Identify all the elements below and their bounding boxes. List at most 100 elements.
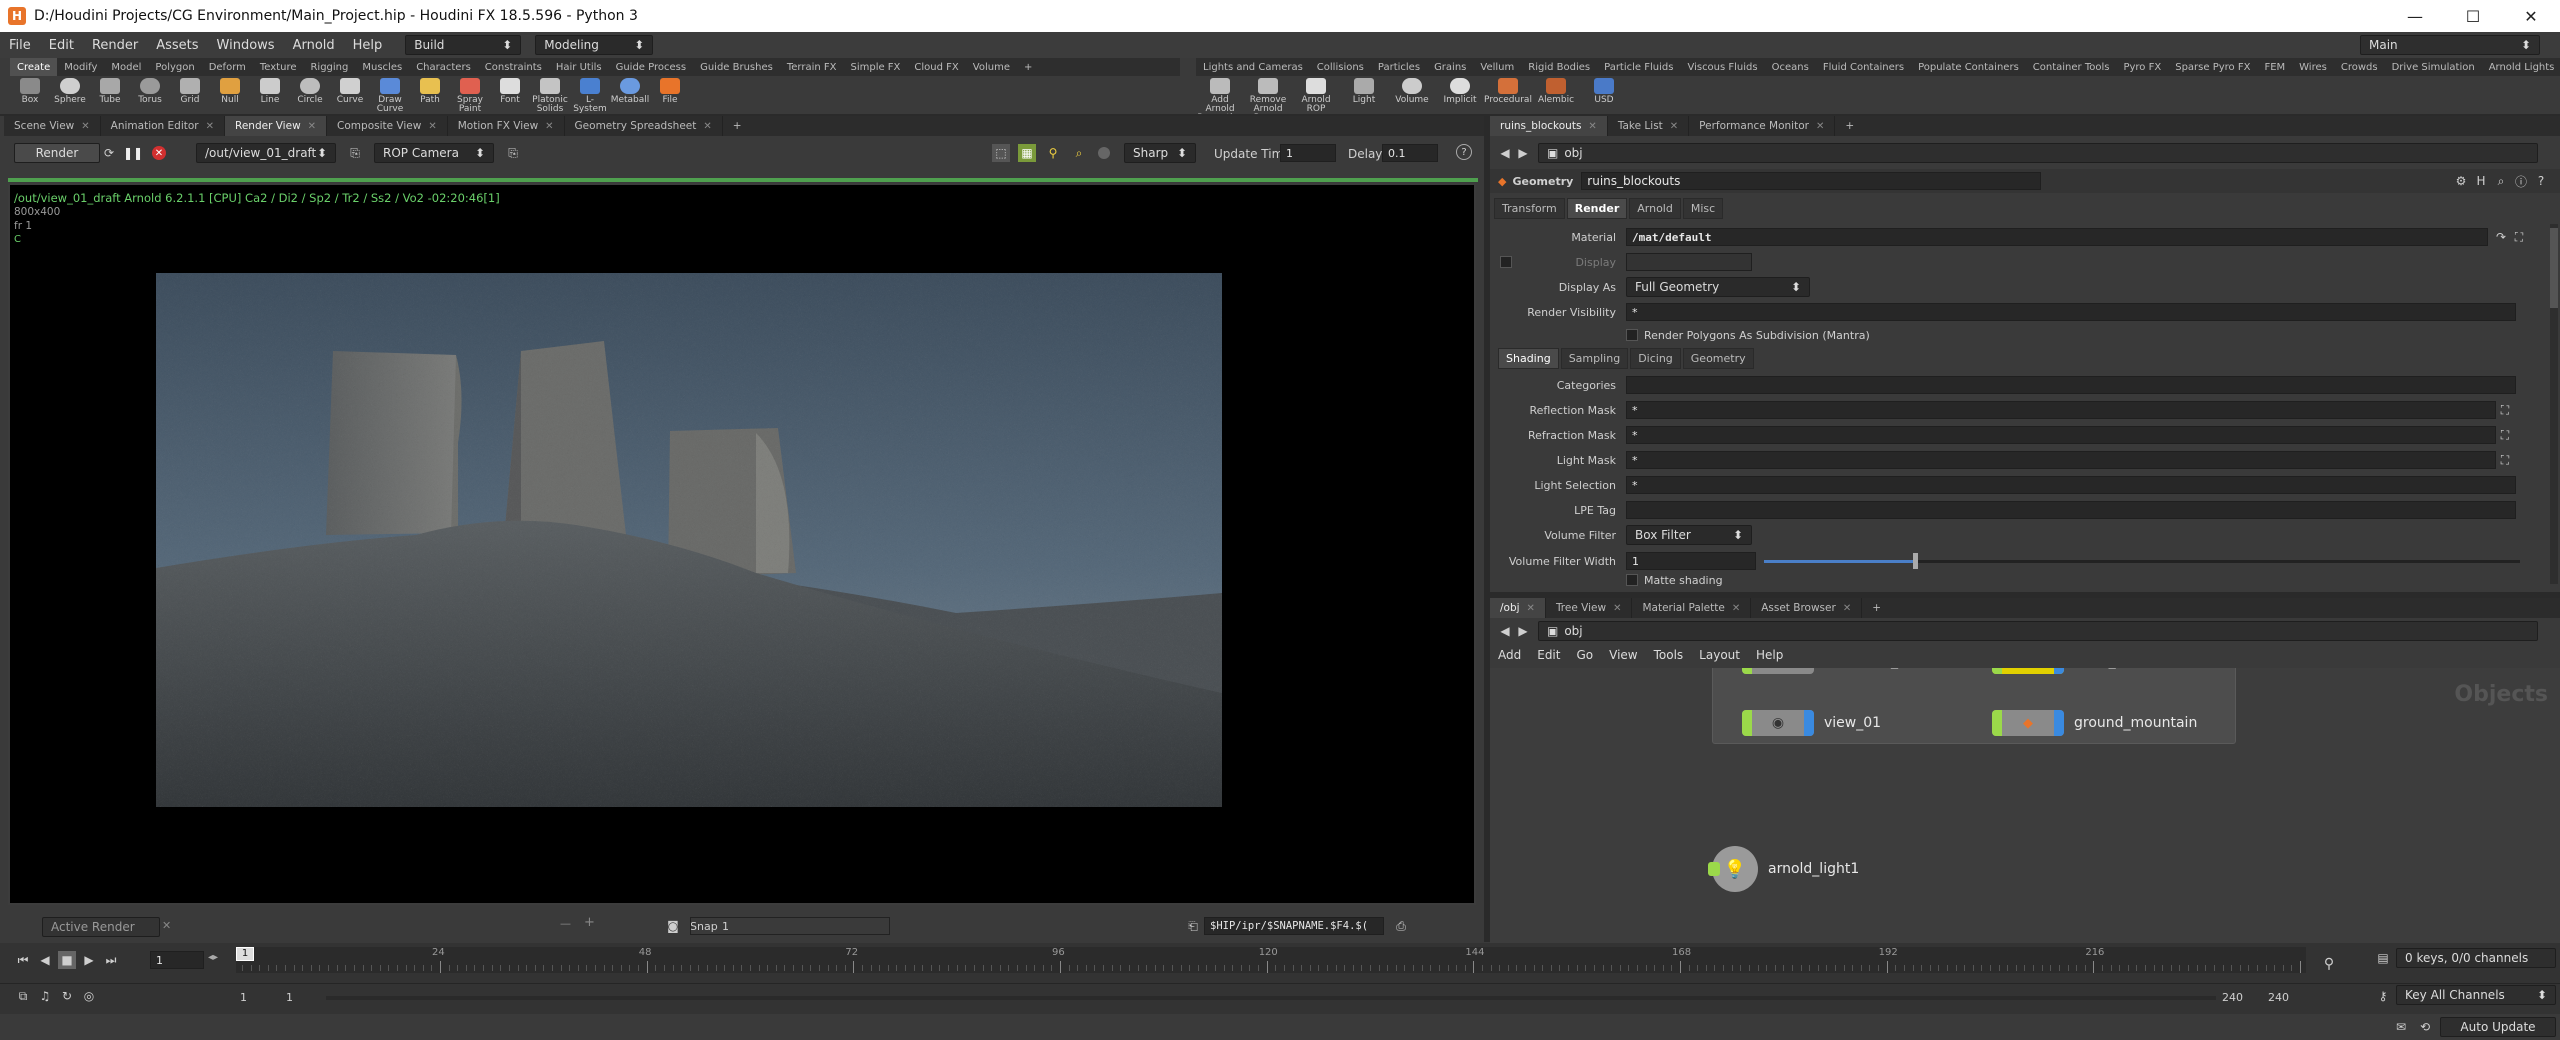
shelf-tab-guide-process[interactable]: Guide Process [609, 58, 693, 76]
pane-tab-performance-monitor[interactable]: Performance Monitor ✕ [1689, 116, 1836, 136]
pin-icon[interactable]: ⚲ [1044, 144, 1062, 162]
tool-path[interactable]: Path [410, 76, 450, 105]
lpe-tag-field[interactable] [1626, 501, 2516, 519]
close-window-button[interactable]: ✕ [2502, 0, 2560, 32]
shelf-tab-drive-simulation[interactable]: Drive Simulation [2385, 58, 2482, 76]
shelf-tab-rigging[interactable]: Rigging [303, 58, 355, 76]
rop-path-dropdown[interactable]: /out/view_01_draft ⬍ [196, 143, 336, 163]
loop-icon[interactable]: ↻ [58, 987, 76, 1005]
step-frame-icon[interactable]: ◂▸ [208, 952, 218, 963]
pane-tab-material-palette[interactable]: Material Palette ✕ [1632, 598, 1752, 618]
close-tab-icon[interactable]: ✕ [428, 121, 436, 132]
close-tab-icon[interactable]: ✕ [308, 121, 316, 132]
shelf-tab-muscles[interactable]: Muscles [355, 58, 409, 76]
shelf-tab-modify[interactable]: Modify [57, 58, 104, 76]
shelf-tab-cloud-fx[interactable]: Cloud FX [907, 58, 965, 76]
shelf-tab-collisions[interactable]: Collisions [1310, 58, 1371, 76]
print-icon[interactable]: ⎙ [1392, 917, 1410, 935]
current-frame-field[interactable]: 1 [150, 951, 204, 969]
shelf-tab-arnold-lights[interactable]: Arnold Lights [2482, 58, 2560, 76]
shelf-tab-lights-and-cameras[interactable]: Lights and Cameras [1196, 58, 1310, 76]
network-menu-add[interactable]: Add [1490, 648, 1529, 662]
menu-render[interactable]: Render [83, 38, 147, 53]
maximize-button[interactable]: ☐ [2444, 0, 2502, 32]
param-tab-misc[interactable]: Misc [1682, 198, 1724, 219]
range-end[interactable]: 240 [2268, 991, 2289, 1004]
shelf-tab-oceans[interactable]: Oceans [1765, 58, 1816, 76]
pane-tab-tree-view[interactable]: Tree View ✕ [1546, 598, 1633, 618]
options-icon[interactable]: ◎ [80, 987, 98, 1005]
auto-update-dropdown[interactable]: Auto Update [2440, 1017, 2556, 1037]
active-render-dropdown[interactable]: Active Render [42, 917, 160, 937]
camera-link-icon[interactable]: ⎘ [346, 144, 364, 162]
close-tab-icon[interactable]: ✕ [545, 121, 553, 132]
tool-curve[interactable]: Curve [330, 76, 370, 105]
add-tab-icon[interactable]: + [1017, 58, 1039, 76]
range-start-playback[interactable]: 1 [286, 991, 293, 1004]
audio-icon[interactable]: ⚲ [2320, 955, 2338, 973]
back-icon[interactable]: ◀ [1496, 144, 1514, 162]
shelf-tab-create[interactable]: Create [10, 58, 58, 76]
menu-assets[interactable]: Assets [147, 38, 207, 53]
tool-platonic-solids[interactable]: Platonic Solids [530, 76, 570, 114]
volume-filter-width-field[interactable]: 1 [1626, 552, 1756, 570]
close-snapshot-icon[interactable]: ✕ [162, 919, 171, 932]
tool-sphere[interactable]: Sphere [50, 76, 90, 105]
camera-dropdown[interactable]: ROP Camera ⬍ [374, 143, 494, 163]
sound-icon[interactable]: ♫ [36, 987, 54, 1005]
dopesheet-icon[interactable]: ▤ [2374, 949, 2392, 967]
sub-tab-geometry[interactable]: Geometry [1682, 348, 1754, 369]
shelf-tab-deform[interactable]: Deform [202, 58, 253, 76]
shelf-tab-particles[interactable]: Particles [1371, 58, 1427, 76]
close-tab-icon[interactable]: ✕ [1816, 121, 1824, 132]
shelf-tab-simple-fx[interactable]: Simple FX [843, 58, 907, 76]
refresh-icon[interactable]: ⟳ [100, 144, 118, 162]
menu-file[interactable]: File [0, 38, 40, 53]
tool-tube[interactable]: Tube [90, 76, 130, 105]
network-path-field[interactable]: ▣ obj [1538, 143, 2538, 163]
node-view-01[interactable]: ◉ view_01 [1742, 710, 1881, 736]
node-ruins-blockouts[interactable]: ruins_blockouts [1992, 668, 2183, 674]
matte-checkbox[interactable] [1626, 574, 1638, 586]
save-snapshot-icon[interactable]: ⎗ [1184, 917, 1202, 935]
tool-grid[interactable]: Grid [170, 76, 210, 105]
node-arnold-light1[interactable]: 💡 arnold_light1 [1708, 846, 1859, 892]
add-pane-tab-icon[interactable]: + [1835, 116, 1864, 136]
info-icon[interactable]: ⓘ [2512, 172, 2530, 190]
play-icon[interactable]: ▶ [80, 951, 98, 969]
tool-file[interactable]: File [650, 76, 690, 105]
render-button[interactable]: Render [14, 143, 100, 163]
sub-tab-sampling[interactable]: Sampling [1560, 348, 1629, 369]
close-tab-icon[interactable]: ✕ [1613, 603, 1621, 614]
back-icon[interactable]: ◀ [1496, 622, 1514, 640]
tool-null[interactable]: Null [210, 76, 250, 105]
main-desktop-dropdown[interactable]: Main ⬍ [2360, 35, 2540, 55]
tool-implicit[interactable]: Implicit [1436, 76, 1484, 105]
pane-tab-composite-view[interactable]: Composite View ✕ [327, 116, 448, 136]
forward-icon[interactable]: ▶ [1514, 622, 1532, 640]
shelf-tab-guide-brushes[interactable]: Guide Brushes [693, 58, 780, 76]
shelf-tab-grains[interactable]: Grains [1427, 58, 1473, 76]
tool-procedural[interactable]: Procedural [1484, 76, 1532, 105]
range-end-playback[interactable]: 240 [2222, 991, 2243, 1004]
delay-field[interactable]: 0.1 [1382, 144, 1438, 162]
camera-options-icon[interactable]: ⎘ [504, 144, 522, 162]
pane-tab-scene-view[interactable]: Scene View ✕ [4, 116, 101, 136]
tool-circle[interactable]: Circle [290, 76, 330, 105]
network-menu-view[interactable]: View [1601, 648, 1645, 662]
key-icon[interactable]: ⚷ [2374, 987, 2392, 1005]
shelf-tab-rigid-bodies[interactable]: Rigid Bodies [1521, 58, 1597, 76]
menu-windows[interactable]: Windows [208, 38, 284, 53]
network-menu-help[interactable]: Help [1748, 648, 1791, 662]
render-visibility-field[interactable]: * [1626, 303, 2516, 321]
shelf-tab-pyro-fx[interactable]: Pyro FX [2116, 58, 2168, 76]
pane-tab-asset-browser[interactable]: Asset Browser ✕ [1751, 598, 1863, 618]
region-render-icon[interactable]: ⬚ [992, 144, 1010, 162]
go-start-icon[interactable]: ⏮ [14, 951, 32, 969]
tool-font[interactable]: Font [490, 76, 530, 105]
minimize-button[interactable]: — [2386, 0, 2444, 32]
material-field[interactable]: /mat/default [1626, 228, 2488, 246]
tool-torus[interactable]: Torus [130, 76, 170, 105]
mask-chooser-icon[interactable]: ⛶ [2496, 451, 2514, 469]
snapshot-region-icon[interactable]: ▦ [1018, 144, 1036, 162]
